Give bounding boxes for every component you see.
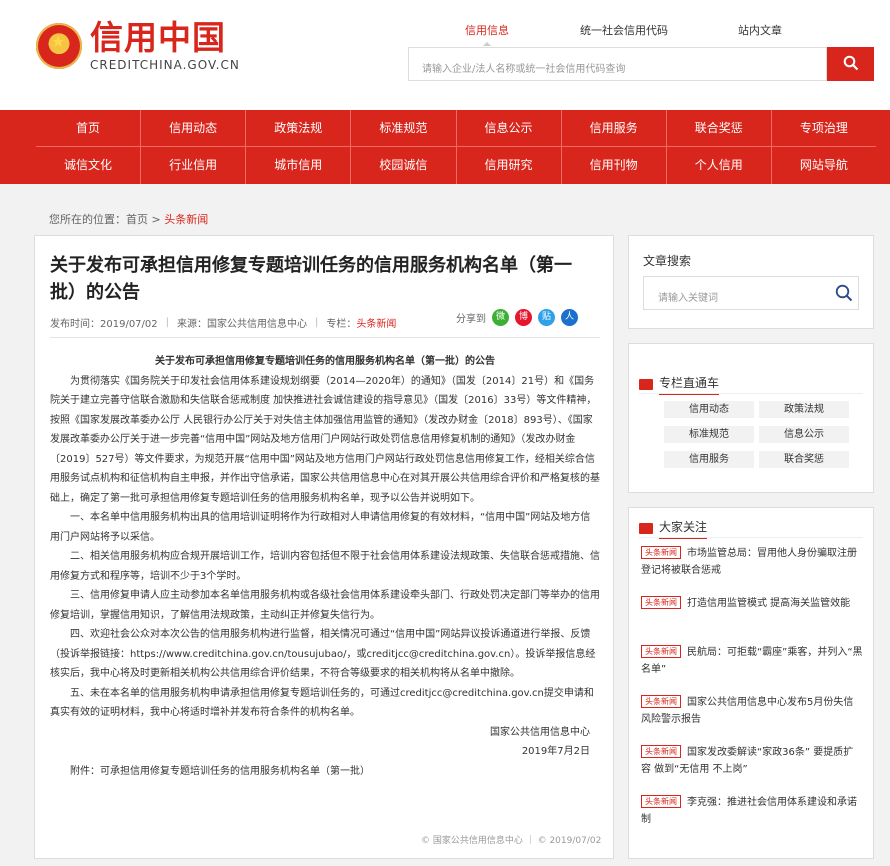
logo-title: 信用中国	[90, 18, 226, 57]
nav-item[interactable]: 首页	[36, 110, 142, 146]
column-link[interactable]: 信用服务	[664, 451, 754, 468]
hot-news-item[interactable]: 头条新闻 民航局：可拒载“霸座”乘客，并列入“黑名单”	[641, 644, 863, 678]
meta-divider	[50, 337, 600, 338]
nav-item[interactable]: 联合奖惩	[667, 110, 772, 146]
article-footer: © 国家公共信用信息中心 ｜ © 2019/07/02	[421, 836, 602, 846]
hot-news-header: 大家关注	[639, 518, 708, 539]
article-body: 关于发布可承担信用修复专题培训任务的信用服务机构名单（第一批）的公告 为贯彻落实…	[50, 352, 600, 781]
article-paragraph: 一、本名单中信用服务机构出具的信用培训证明将作为行政相对人申请信用修复的有效材料…	[50, 512, 591, 543]
tieba-icon[interactable]: 贴	[538, 309, 555, 326]
nav-item[interactable]: 信用研究	[457, 147, 562, 184]
nav-item[interactable]: 专项治理	[772, 110, 876, 146]
nav-item[interactable]: 诚信文化	[36, 147, 142, 184]
nav-item[interactable]: 政策法规	[246, 110, 352, 146]
nav-item[interactable]: 校园诚信	[351, 147, 457, 184]
main-nav: 首页 信用动态 政策法规 标准规范 信息公示 信用服务 联合奖惩 专项治理 诚信文化 行业信用城…	[0, 110, 890, 184]
breadcrumb-arrow: >	[151, 213, 161, 226]
article-paragraph: 五、未在本名单的信用服务机构申请承担信用修复专题培训任务的，可通过creditj…	[50, 687, 594, 719]
nav-item[interactable]: 标准规范	[351, 110, 457, 146]
tab-site-articles[interactable]: 站内文章	[738, 22, 782, 38]
nav-item[interactable]: 信用刊物	[562, 147, 667, 184]
hot-news-icon	[639, 523, 653, 534]
hot-news-title-text: 打造信用监管模式 提高海关监管效能	[687, 598, 851, 609]
search-icon	[843, 55, 858, 71]
headline-tag: 头条新闻	[641, 695, 681, 708]
signature-date: 2019年7月2日	[521, 746, 590, 757]
column-link[interactable]: 信用动态	[664, 401, 754, 418]
tab-credit-info[interactable]: 信用信息	[465, 22, 509, 46]
search-button[interactable]	[827, 47, 874, 81]
hot-news-title: 大家关注	[659, 518, 708, 539]
headline-tag: 头条新闻	[641, 546, 681, 559]
keyword-input[interactable]: 请输入关键词	[643, 276, 859, 310]
search-input[interactable]: 请输入企业/法人名称或统一社会信用代码查询	[408, 47, 827, 81]
nav-item[interactable]: 个人信用	[667, 147, 772, 184]
column-shortcuts-header: 专栏直通车	[639, 374, 720, 395]
headline-tag: 头条新闻	[641, 795, 681, 808]
column-link[interactable]: 联合奖惩	[759, 451, 849, 468]
hot-news-item[interactable]: 头条新闻 国家公共信用信息中心发布5月份失信风险警示报告	[641, 694, 863, 728]
article-paragraph: 四、欢迎社会公众对本次公告的信用服务机构进行监督，相关情况可通过“信用中国”网站…	[50, 629, 596, 679]
attachment-link[interactable]: 附件：可承担信用修复专题培训任务的信用服务机构名单（第一批）	[50, 762, 600, 782]
national-emblem-icon	[36, 23, 82, 69]
article-source: 来源：国家公共信用信息中心	[177, 318, 308, 330]
share-label: 分享到	[456, 314, 486, 325]
search-tabs: 信用信息 统一社会信用代码 站内文章	[408, 22, 846, 46]
column-link[interactable]: 头条新闻	[356, 315, 396, 330]
headline-tag: 头条新闻	[641, 745, 681, 758]
share-bar: 分享到 微博贴人	[456, 309, 578, 326]
breadcrumb: 您所在的位置：首页 > 头条新闻	[49, 211, 208, 227]
headline-tag: 头条新闻	[641, 645, 681, 658]
hot-news-item[interactable]: 头条新闻 国家发改委解读“家政36条” 要提质扩容 做到“无信用 不上岗”	[641, 744, 863, 778]
column-shortcuts: 专栏直通车 信用动态 政策法规 标准规范 信息公示 信用服务 联合奖惩	[628, 343, 874, 493]
breadcrumb-home[interactable]: 首页	[126, 213, 148, 226]
article-paragraph: 三、信用修复申请人应主动参加本名单信用服务机构或各级社会信用体系建设牵头部门、行…	[50, 590, 600, 621]
article-paragraph: 二、相关信用服务机构应合规开展培训工作，培训内容包括但不限于社会信用体系建设法规…	[50, 551, 600, 582]
column-label: 专栏：	[326, 318, 357, 330]
nav-row-2: 诚信文化 行业信用 城市信用 校园诚信 信用研究 信用刊物 个人信用 网站导航	[36, 147, 876, 184]
hot-news: 大家关注 头条新闻 市场监管总局：冒用他人身份骗取注册登记将被联合惩戒 头条新闻 打造…	[628, 507, 874, 859]
nav-row-1: 首页 信用动态 政策法规 标准规范 信息公示 信用服务 联合奖惩 专项治理	[36, 110, 876, 147]
nav-item[interactable]: 网站导航	[772, 147, 876, 184]
headline-tag: 头条新闻	[641, 596, 681, 609]
tab-credit-code[interactable]: 统一社会信用代码	[580, 22, 668, 38]
breadcrumb-prefix: 您所在的位置：	[49, 213, 126, 226]
column-link[interactable]: 政策法规	[759, 401, 849, 418]
article-search-box: 文章搜索 请输入关键词	[628, 235, 874, 329]
weibo-icon[interactable]: 博	[515, 309, 532, 326]
article-search-title: 文章搜索	[643, 254, 692, 268]
nav-item[interactable]: 信用服务	[562, 110, 667, 146]
hot-news-item[interactable]: 头条新闻 打造信用监管模式 提高海关监管效能	[641, 595, 863, 612]
nav-item[interactable]: 信息公示	[457, 110, 562, 146]
nav-item[interactable]: 城市信用	[246, 147, 352, 184]
article-paragraph: 为贯彻落实《国务院关于印发社会信用体系建设规划纲要（2014—2020年）的通知…	[50, 375, 600, 504]
column-link[interactable]: 标准规范	[664, 426, 754, 443]
column-link[interactable]: 信息公示	[759, 426, 849, 443]
search-icon[interactable]	[835, 284, 853, 302]
nav-item[interactable]: 信用动态	[141, 110, 247, 146]
article-panel: 关于发布可承担信用修复专题培训任务的信用服务机构名单（第一批）的公告 发布时间：…	[34, 235, 614, 859]
site-header: 信用中国 CREDITCHINA.GOV.CN 信用信息 统一社会信用代码 站内…	[0, 0, 890, 110]
article-subtitle: 关于发布可承担信用修复专题培训任务的信用服务机构名单（第一批）的公告	[155, 356, 495, 367]
breadcrumb-current[interactable]: 头条新闻	[164, 213, 208, 226]
article-title: 关于发布可承担信用修复专题培训任务的信用服务机构名单（第一批）的公告	[50, 255, 572, 303]
nav-item[interactable]: 行业信用	[141, 147, 247, 184]
logo-domain: CREDITCHINA.GOV.CN	[90, 58, 240, 72]
hot-news-item[interactable]: 头条新闻 李克强：推进社会信用体系建设和承诺制	[641, 794, 863, 828]
hot-news-item[interactable]: 头条新闻 市场监管总局：冒用他人身份骗取注册登记将被联合惩戒	[641, 545, 863, 579]
renren-icon[interactable]: 人	[561, 309, 578, 326]
column-shortcuts-title: 专栏直通车	[659, 374, 720, 395]
site-logo[interactable]: 信用中国 CREDITCHINA.GOV.CN	[36, 20, 240, 72]
column-icon	[639, 379, 653, 390]
publish-date: 发布时间：2019/07/02	[50, 318, 158, 330]
signature-org: 国家公共信用信息中心	[490, 726, 590, 738]
wechat-icon[interactable]: 微	[492, 309, 509, 326]
